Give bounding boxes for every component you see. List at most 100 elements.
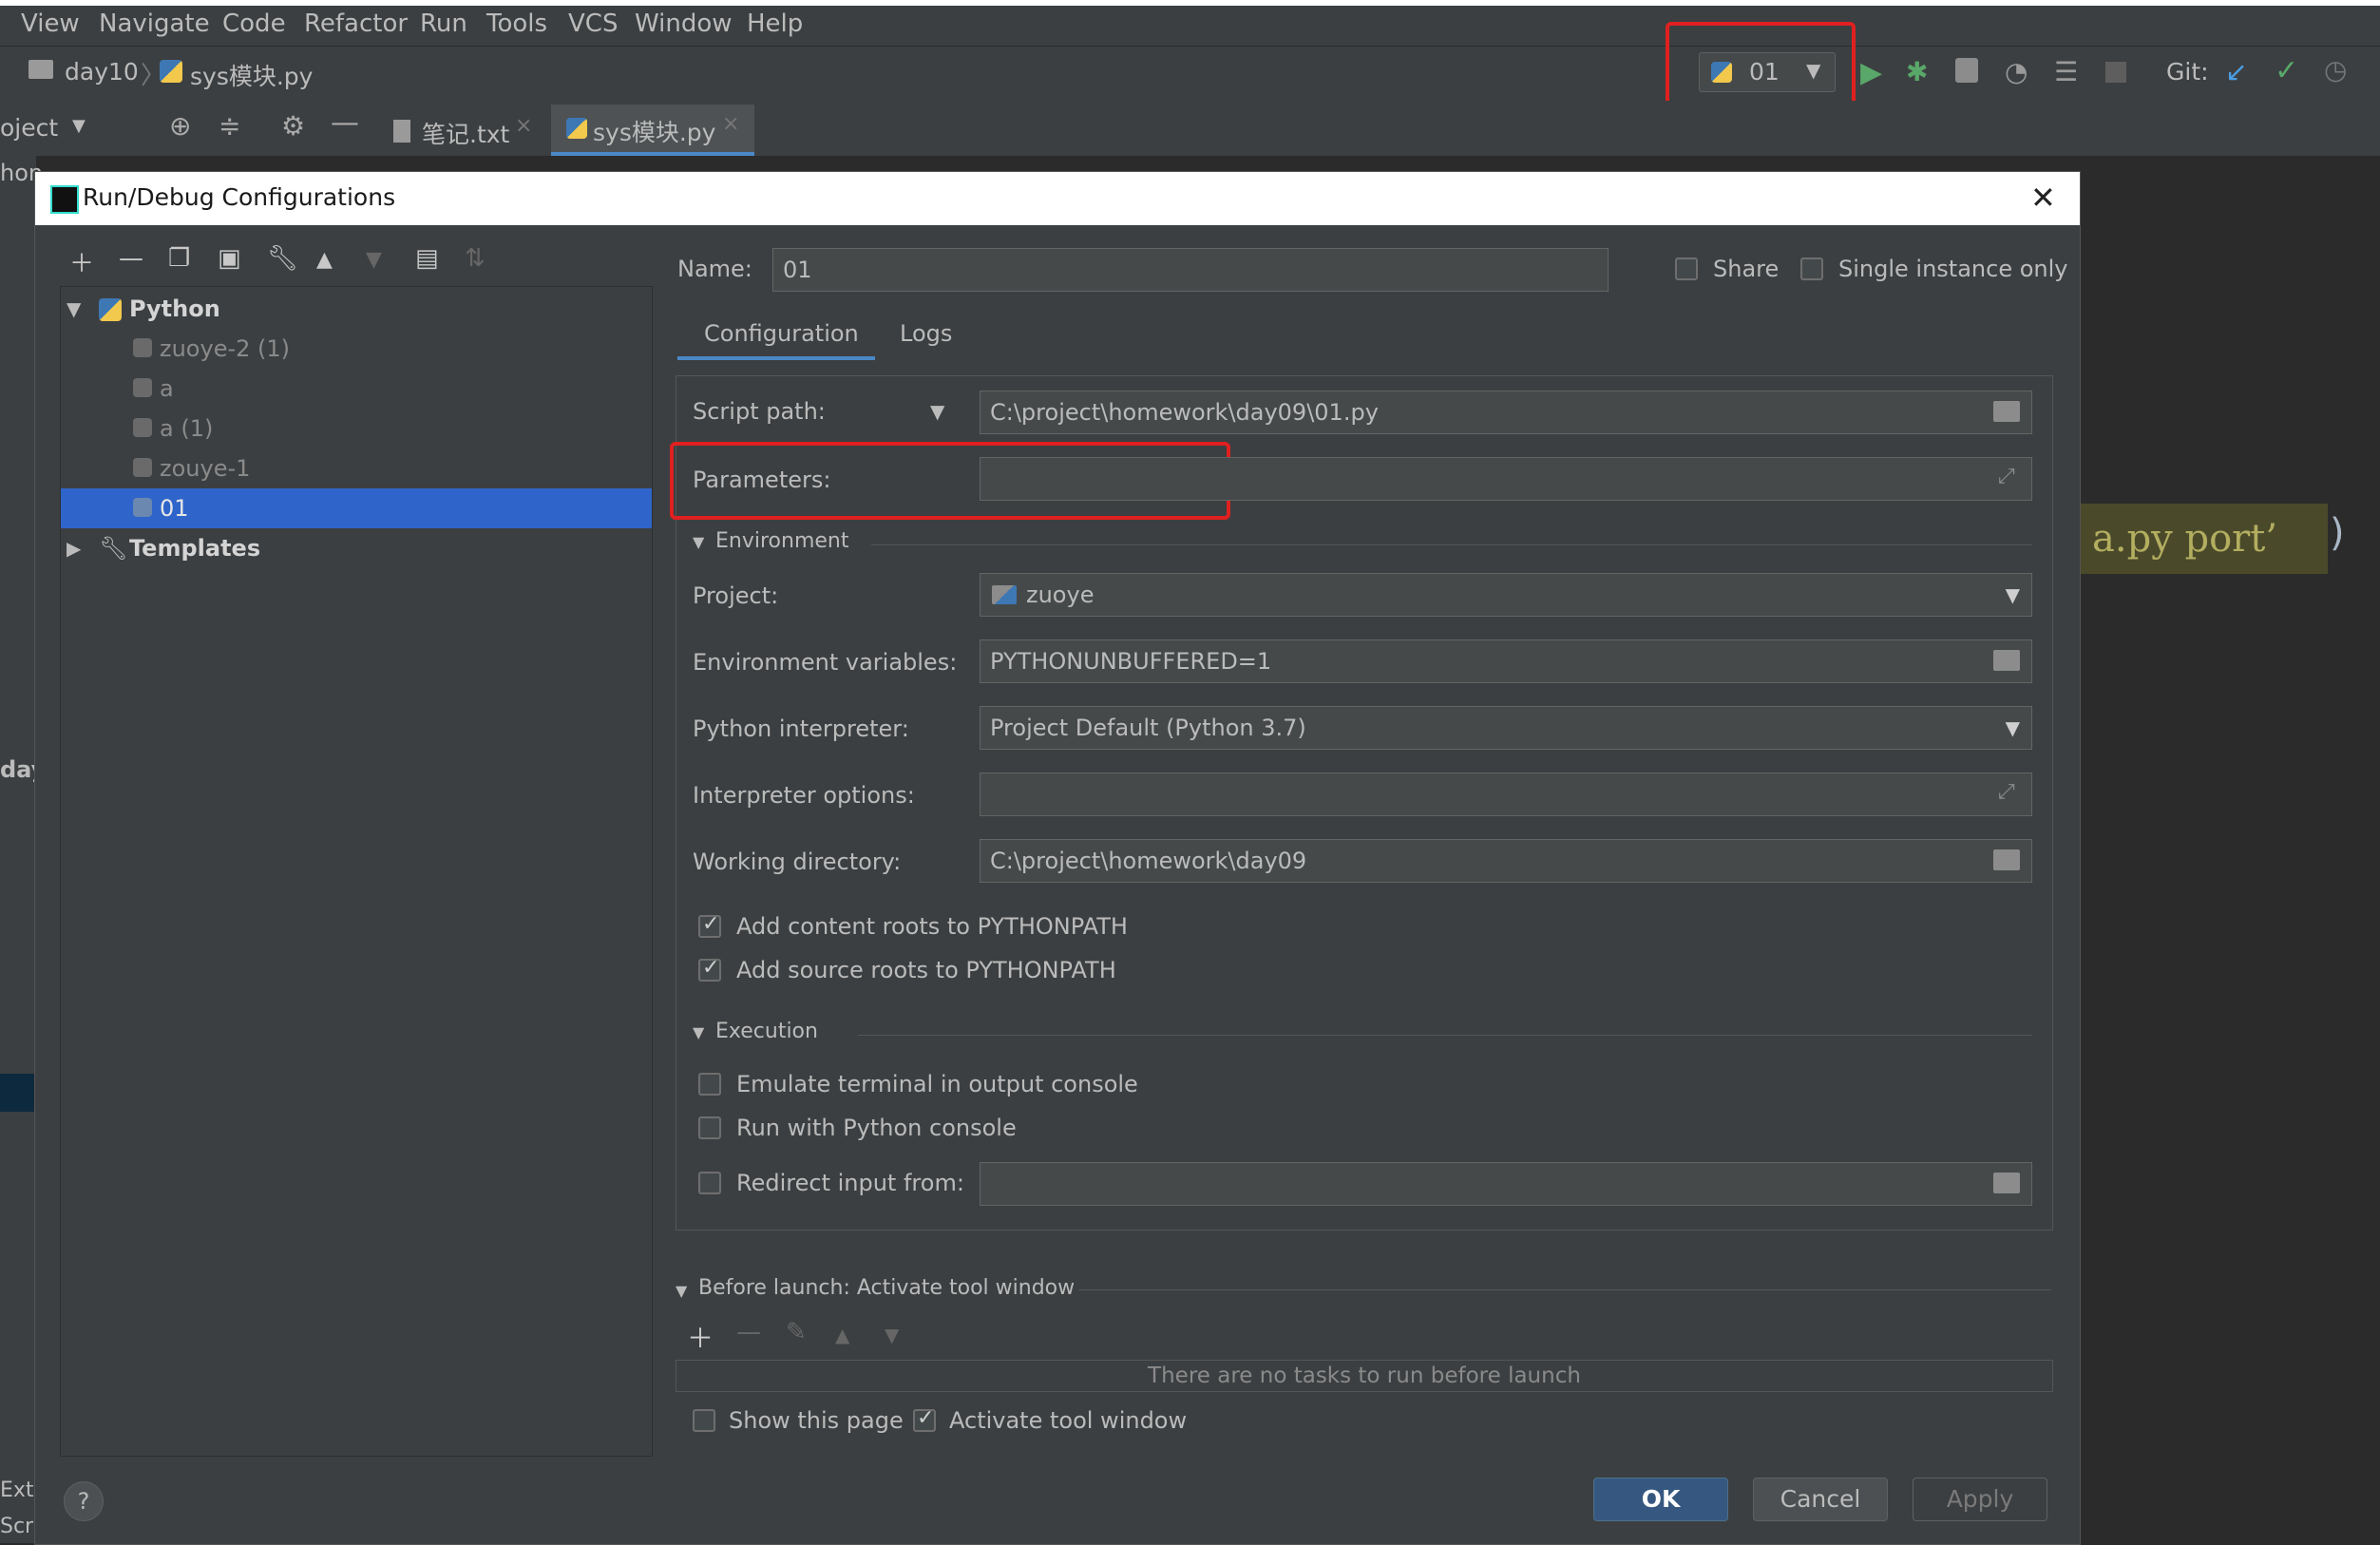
git-commit-icon[interactable]: ✓ — [2275, 54, 2298, 87]
parameters-input[interactable] — [980, 457, 2032, 501]
ok-button[interactable]: OK — [1593, 1478, 1728, 1521]
tab-configuration[interactable]: Configuration — [677, 315, 875, 360]
expand-icon[interactable]: ⤢ — [1998, 780, 2015, 804]
editor-highlight: a.py port’ — [2081, 504, 2328, 574]
script-path-label: Script path: — [693, 398, 826, 425]
add-icon[interactable]: ＋ — [687, 1318, 714, 1356]
help-button[interactable]: ? — [64, 1481, 104, 1521]
tab-notes[interactable]: 笔记.txt × — [372, 105, 543, 156]
locate-icon[interactable]: ⊕ — [169, 110, 191, 142]
tree-item-selected[interactable]: 01 — [61, 488, 652, 528]
tree-item[interactable]: zuoye-2 (1) — [61, 329, 652, 369]
tree-item[interactable]: zouye-1 — [61, 448, 652, 488]
git-update-icon[interactable]: ↙ — [2225, 56, 2247, 87]
env-vars-input[interactable]: PYTHONUNBUFFERED=1 — [980, 639, 2032, 683]
project-select[interactable]: zuoye ▼ — [980, 573, 2032, 617]
emulate-terminal-checkbox[interactable] — [698, 1073, 721, 1096]
copy-icon[interactable]: ❐ — [168, 244, 190, 273]
interpreter-select[interactable]: Project Default (Python 3.7) ▼ — [980, 706, 2032, 750]
cancel-button[interactable]: Cancel — [1753, 1478, 1888, 1521]
dialog-title: Run/Debug Configurations — [83, 183, 396, 211]
remove-icon[interactable]: — — [119, 244, 143, 273]
chevron-down-icon[interactable]: ▼ — [72, 116, 86, 136]
chevron-down-icon[interactable]: ▼ — [676, 1282, 687, 1300]
browse-folder-icon[interactable] — [1993, 1173, 2020, 1193]
workdir-input[interactable]: C:\project\homework\day09 — [980, 839, 2032, 883]
git-history-icon[interactable]: ◷ — [2324, 54, 2347, 86]
single-instance-checkbox[interactable] — [1800, 258, 1823, 280]
editor-area: a.py port’ ) — [2081, 156, 2380, 1543]
project-tree-stub: hon day Ext Scr — [0, 156, 46, 1543]
menu-tools[interactable]: Tools — [486, 10, 547, 38]
chevron-down-icon[interactable]: ▼ — [693, 1023, 704, 1041]
expand-icon[interactable]: ⤢ — [1998, 465, 2015, 488]
project-folder-icon — [992, 585, 1017, 604]
menu-run[interactable]: Run — [420, 10, 467, 38]
sort-icon[interactable]: ⇅ — [465, 244, 486, 273]
stop-icon[interactable] — [2105, 62, 2126, 83]
breadcrumb-file[interactable]: sys模块.py — [190, 58, 313, 92]
tree-item[interactable]: a (1) — [61, 409, 652, 448]
chevron-down-icon[interactable]: ▼ — [930, 400, 944, 423]
menu-help[interactable]: Help — [747, 10, 803, 38]
project-panel-label[interactable]: oject — [0, 114, 58, 142]
menu-navigate[interactable]: Navigate — [99, 10, 210, 38]
debug-icon[interactable]: ✱ — [1906, 56, 1928, 87]
remove-icon[interactable]: — — [736, 1318, 761, 1346]
run-config-selector[interactable]: 01 ▼ — [1699, 52, 1836, 92]
menu-window[interactable]: Window — [635, 10, 733, 38]
add-content-roots-checkbox[interactable] — [698, 912, 721, 938]
tree-templates[interactable]: ▶ 🔧︎ Templates — [61, 528, 652, 568]
show-page-checkbox[interactable] — [693, 1409, 715, 1432]
single-instance-label: Single instance only — [1838, 256, 2068, 282]
tab-logs[interactable]: Logs — [886, 315, 972, 360]
redirect-input-checkbox[interactable] — [698, 1172, 721, 1194]
browse-folder-icon[interactable] — [1993, 650, 2020, 671]
minimize-icon[interactable]: — — [331, 106, 359, 140]
add-source-roots-checkbox[interactable] — [698, 956, 721, 982]
menu-code[interactable]: Code — [222, 10, 286, 38]
move-up-icon[interactable]: ▲ — [835, 1324, 849, 1346]
run-icon[interactable]: ▶ — [1860, 56, 1882, 89]
script-path-input[interactable]: C:\project\homework\day09\01.py — [980, 391, 2032, 434]
close-icon[interactable]: × — [722, 112, 739, 136]
concurrency-icon[interactable]: ☰ — [2054, 56, 2078, 87]
menu-view[interactable]: View — [21, 10, 80, 38]
share-checkbox[interactable] — [1675, 258, 1698, 280]
chevron-down-icon[interactable]: ▼ — [67, 289, 81, 329]
browse-folder-icon[interactable] — [1993, 401, 2020, 422]
menu-vcs[interactable]: VCS — [568, 10, 618, 38]
apply-button[interactable]: Apply — [1913, 1478, 2047, 1521]
tree-item[interactable]: a — [61, 369, 652, 409]
wrench-icon[interactable]: 🔧︎ — [267, 244, 298, 273]
close-icon[interactable]: ✕ — [2030, 180, 2056, 216]
gear-icon[interactable]: ⚙ — [281, 110, 305, 142]
collapse-all-icon[interactable]: ≑ — [219, 110, 240, 142]
menu-refactor[interactable]: Refactor — [304, 10, 408, 38]
move-up-icon[interactable]: ▲ — [316, 248, 333, 272]
redirect-input-field[interactable] — [980, 1162, 2032, 1206]
new-folder-icon[interactable]: ▤ — [415, 244, 439, 273]
breadcrumb-folder[interactable]: day10 — [65, 58, 139, 86]
tab-sys-module-label: sys模块.py — [593, 119, 716, 146]
browse-folder-icon[interactable] — [1993, 849, 2020, 870]
move-down-icon[interactable]: ▼ — [885, 1324, 899, 1346]
coverage-icon[interactable] — [1955, 58, 1978, 83]
chevron-right-icon[interactable]: ▶ — [67, 528, 81, 568]
run-with-console-checkbox[interactable] — [698, 1116, 721, 1139]
close-icon[interactable]: × — [515, 114, 532, 138]
tree-item-label: zuoye-2 (1) — [160, 335, 291, 362]
name-input[interactable]: 01 — [772, 248, 1609, 292]
profile-icon[interactable]: ◔ — [2005, 56, 2028, 87]
interp-options-input[interactable] — [980, 772, 2032, 816]
add-icon[interactable]: ＋ — [69, 244, 94, 279]
tab-sys-module[interactable]: sys模块.py × — [551, 105, 754, 156]
edit-icon[interactable]: ✎ — [786, 1318, 807, 1346]
move-down-icon[interactable]: ▼ — [366, 248, 382, 272]
tree-python-group[interactable]: ▼ Python — [61, 289, 652, 329]
chevron-down-icon[interactable]: ▼ — [693, 533, 704, 551]
activate-tool-checkbox[interactable] — [913, 1406, 936, 1432]
save-icon[interactable]: ▣ — [218, 244, 241, 273]
run-debug-dialog: Run/Debug Configurations ✕ ＋ — ❐ ▣ 🔧︎ ▲ … — [34, 171, 2081, 1545]
python-config-icon — [133, 418, 152, 437]
